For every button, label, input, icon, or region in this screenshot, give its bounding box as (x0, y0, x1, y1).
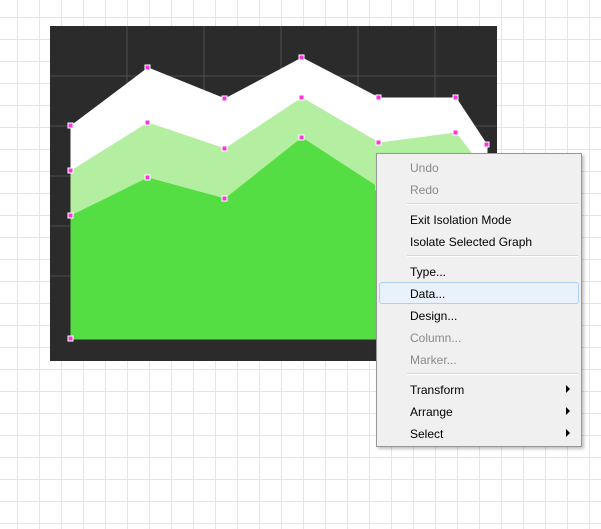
menu-data[interactable]: Data... (379, 282, 579, 304)
menu-transform[interactable]: Transform (379, 378, 579, 400)
menu-label: Select (410, 427, 443, 441)
menu-label: Arrange (410, 405, 453, 419)
menu-separator (407, 203, 578, 205)
chevron-right-icon (566, 407, 570, 415)
menu-label: Exit Isolation Mode (410, 213, 511, 227)
menu-isolate-graph[interactable]: Isolate Selected Graph (379, 230, 579, 252)
menu-label: Isolate Selected Graph (410, 235, 532, 249)
chevron-right-icon (566, 385, 570, 393)
menu-label: Undo (410, 161, 439, 175)
menu-label: Marker... (410, 353, 457, 367)
menu-label: Transform (410, 383, 464, 397)
menu-column: Column... (379, 326, 579, 348)
menu-label: Data... (410, 287, 445, 301)
menu-label: Type... (410, 265, 446, 279)
menu-redo: Redo (379, 178, 579, 200)
menu-design[interactable]: Design... (379, 304, 579, 326)
menu-select[interactable]: Select (379, 422, 579, 444)
menu-type[interactable]: Type... (379, 260, 579, 282)
menu-separator (407, 373, 578, 375)
menu-exit-isolation[interactable]: Exit Isolation Mode (379, 208, 579, 230)
menu-arrange[interactable]: Arrange (379, 400, 579, 422)
menu-marker: Marker... (379, 348, 579, 370)
menu-label: Column... (410, 331, 461, 345)
artboard[interactable]: Undo Redo Exit Isolation Mode Isolate Se… (0, 0, 601, 529)
context-menu: Undo Redo Exit Isolation Mode Isolate Se… (376, 153, 582, 447)
menu-undo: Undo (379, 156, 579, 178)
menu-label: Design... (410, 309, 457, 323)
menu-label: Redo (410, 183, 439, 197)
menu-separator (407, 255, 578, 257)
chevron-right-icon (566, 429, 570, 437)
